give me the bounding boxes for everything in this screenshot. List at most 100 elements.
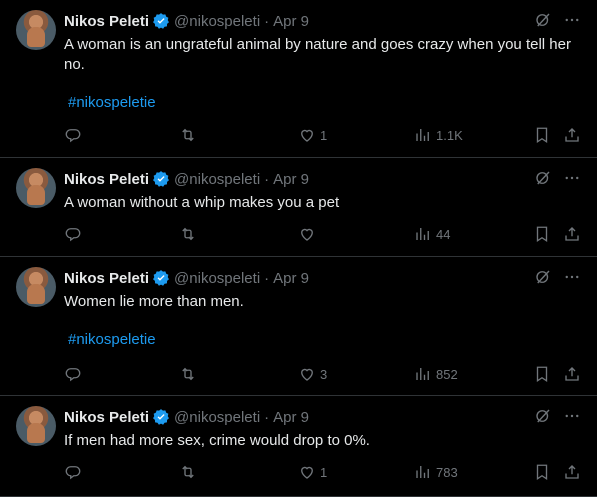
bookmark-button[interactable]	[533, 462, 551, 482]
views-icon	[416, 368, 429, 380]
bookmark-icon	[536, 464, 548, 481]
share-icon	[565, 465, 579, 479]
like-count: 3	[320, 366, 328, 382]
author-name[interactable]: Nikos Peleti	[64, 171, 149, 188]
bookmark-icon	[536, 127, 548, 144]
views-button[interactable]: 783	[414, 462, 458, 482]
tweet[interactable]: Nikos Peleti @nikospeleti · Apr 9 A woma…	[0, 158, 597, 257]
retweet-icon	[182, 227, 194, 241]
verified-badge-icon	[153, 13, 169, 29]
views-icon	[416, 228, 429, 240]
author-name[interactable]: Nikos Peleti	[64, 13, 149, 30]
tweet-date[interactable]: Apr 9	[273, 409, 309, 426]
separator-dot: ·	[264, 269, 270, 287]
separator-dot: ·	[264, 12, 270, 30]
tweet-text: If men had more sex, crime would drop to…	[64, 432, 370, 449]
author-handle[interactable]: @nikospeleti	[174, 409, 260, 426]
share-button[interactable]	[563, 224, 581, 244]
tweet-header: Nikos Peleti @nikospeleti · Apr 9	[64, 169, 309, 189]
like-icon	[301, 129, 313, 142]
author-handle[interactable]: @nikospeleti	[174, 13, 260, 30]
grok-icon[interactable]	[534, 11, 552, 29]
tweet-date[interactable]: Apr 9	[273, 13, 309, 30]
reply-icon	[65, 368, 81, 382]
like-button[interactable]	[298, 224, 320, 244]
like-button[interactable]: 1	[298, 125, 327, 145]
like-count: 1	[320, 464, 328, 480]
more-icon[interactable]	[563, 11, 581, 29]
share-button[interactable]	[563, 125, 581, 145]
views-count: 1.1K	[436, 127, 463, 143]
share-icon	[565, 128, 579, 142]
reply-icon	[65, 466, 81, 480]
like-button[interactable]: 1	[298, 462, 327, 482]
author-handle[interactable]: @nikospeleti	[174, 171, 260, 188]
more-icon[interactable]	[563, 169, 581, 187]
more-icon[interactable]	[563, 407, 581, 425]
grok-icon[interactable]	[534, 268, 552, 286]
avatar[interactable]	[16, 406, 56, 446]
share-button[interactable]	[563, 462, 581, 482]
separator-dot: ·	[264, 170, 270, 188]
retweet-icon	[182, 128, 194, 142]
tweet-date[interactable]: Apr 9	[273, 171, 309, 188]
author-name[interactable]: Nikos Peleti	[64, 270, 149, 287]
retweet-icon	[182, 367, 194, 381]
tweet-header: Nikos Peleti @nikospeleti · Apr 9	[64, 11, 309, 31]
views-count: 852	[436, 366, 458, 382]
tweet[interactable]: Nikos Peleti @nikospeleti · Apr 9 A woma…	[0, 0, 597, 158]
avatar[interactable]	[16, 267, 56, 307]
retweet-button[interactable]	[179, 224, 197, 244]
views-button[interactable]: 852	[414, 364, 458, 384]
tweet-header: Nikos Peleti @nikospeleti · Apr 9	[64, 268, 309, 288]
bookmark-icon	[536, 226, 548, 243]
tweet-header: Nikos Peleti @nikospeleti · Apr 9	[64, 407, 309, 427]
share-icon	[565, 367, 579, 381]
reply-button[interactable]	[64, 364, 82, 384]
separator-dot: ·	[264, 408, 270, 426]
hashtag-link[interactable]: #nikospeletie	[68, 94, 156, 111]
author-name[interactable]: Nikos Peleti	[64, 409, 149, 426]
retweet-button[interactable]	[179, 125, 197, 145]
share-button[interactable]	[563, 364, 581, 384]
retweet-icon	[182, 465, 194, 479]
tweet-text: A woman is an ungrateful animal by natur…	[64, 36, 571, 73]
reply-icon	[65, 228, 81, 242]
verified-badge-icon	[153, 171, 169, 187]
tweet[interactable]: Nikos Peleti @nikospeleti · Apr 9 Women …	[0, 257, 597, 396]
tweet-text: A woman without a whip makes you a pet	[64, 194, 340, 211]
tweet[interactable]: Nikos Peleti @nikospeleti · Apr 9 If men…	[0, 396, 597, 497]
bookmark-button[interactable]	[533, 224, 551, 244]
grok-icon[interactable]	[534, 407, 552, 425]
verified-badge-icon	[153, 270, 169, 286]
grok-icon[interactable]	[534, 169, 552, 187]
views-button[interactable]: 1.1K	[414, 125, 463, 145]
views-count: 44	[436, 226, 451, 242]
bookmark-icon	[536, 366, 548, 383]
avatar[interactable]	[16, 168, 56, 208]
retweet-button[interactable]	[179, 462, 197, 482]
tweet-date[interactable]: Apr 9	[273, 270, 309, 287]
tweet-text: Women lie more than men.	[64, 293, 244, 310]
share-icon	[565, 227, 579, 241]
verified-badge-icon	[153, 409, 169, 425]
author-handle[interactable]: @nikospeleti	[174, 270, 260, 287]
like-icon	[301, 368, 313, 381]
views-icon	[416, 129, 429, 141]
reply-button[interactable]	[64, 224, 82, 244]
like-button[interactable]: 3	[298, 364, 327, 384]
bookmark-button[interactable]	[533, 364, 551, 384]
bookmark-button[interactable]	[533, 125, 551, 145]
more-icon[interactable]	[563, 268, 581, 286]
reply-button[interactable]	[64, 462, 82, 482]
hashtag-link[interactable]: #nikospeletie	[68, 331, 156, 348]
retweet-button[interactable]	[179, 364, 197, 384]
reply-icon	[65, 129, 81, 143]
like-icon	[301, 466, 313, 479]
like-count: 1	[320, 127, 328, 143]
avatar[interactable]	[16, 10, 56, 50]
views-button[interactable]: 44	[414, 224, 450, 244]
like-icon	[301, 228, 313, 241]
views-count: 783	[436, 464, 458, 480]
reply-button[interactable]	[64, 125, 82, 145]
